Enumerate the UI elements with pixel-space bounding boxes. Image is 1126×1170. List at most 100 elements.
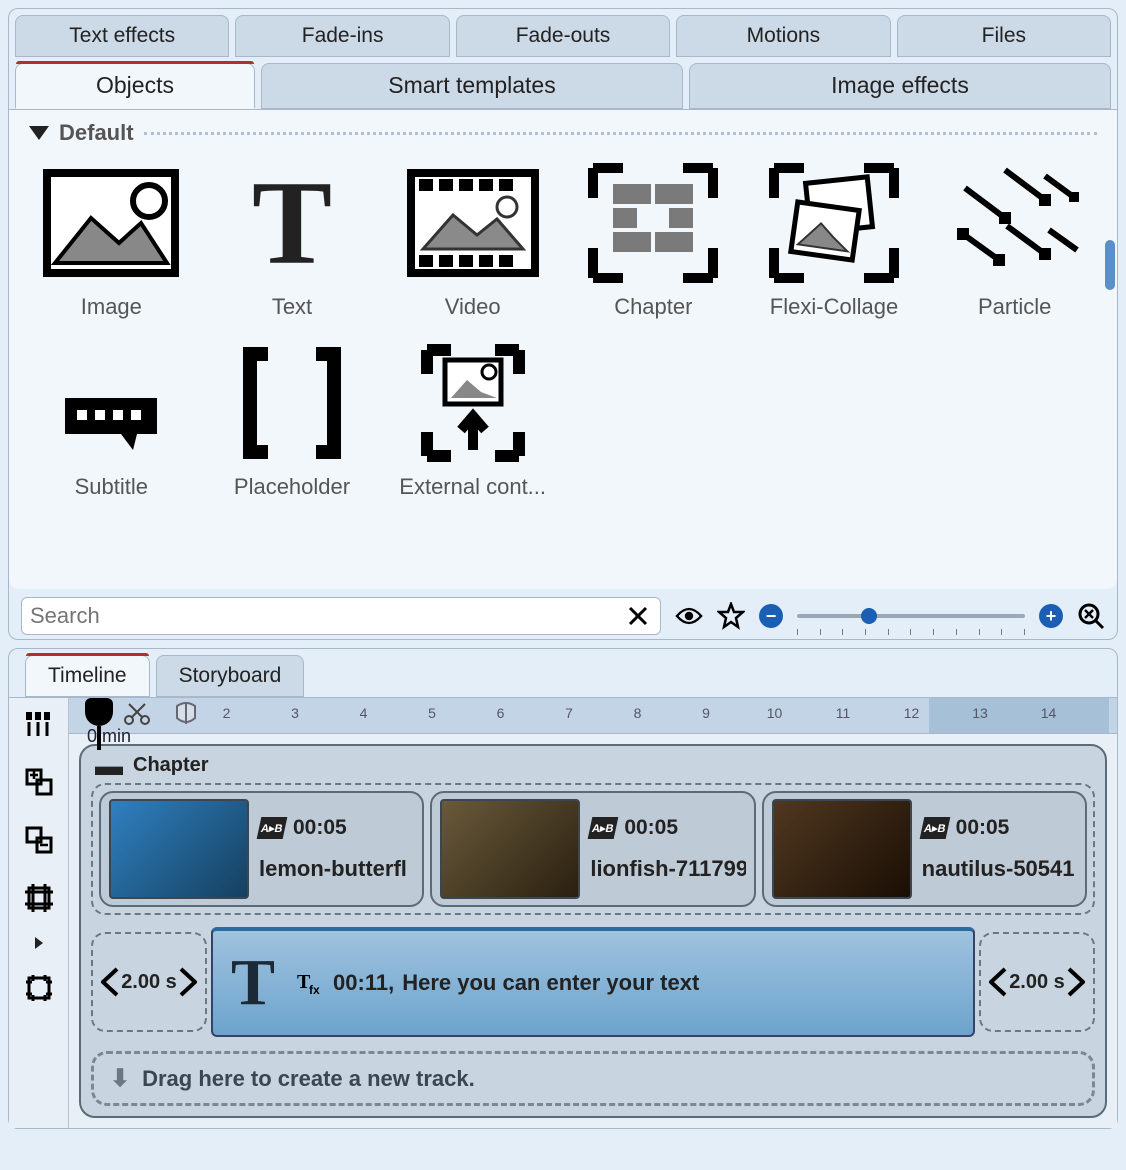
timeline-body: 0 min 234567891011121314 ▬ Chapter [9,697,1117,1128]
clip-2-duration: 00:05 [624,816,678,840]
toolbox-scrollbar[interactable] [1105,240,1115,290]
tab-objects[interactable]: Objects [15,63,255,109]
clip-3[interactable]: A▸B00:05 nautilus-50541 [762,791,1087,907]
object-chapter[interactable]: Chapter [571,154,736,324]
object-image-label: Image [81,294,142,320]
marker-icon[interactable] [173,702,199,726]
zoom-slider[interactable] [797,601,1025,631]
tab-motions[interactable]: Motions [676,15,890,57]
text-clip-icon: T [231,945,275,1021]
text-clip-duration: 00:11, [333,970,394,996]
new-track-dropzone[interactable]: ⬇ Drag here to create a new track. [91,1051,1095,1106]
eye-icon[interactable] [675,602,703,630]
tool-cut-icon[interactable] [19,704,59,744]
object-flexi-collage[interactable]: Flexi-Collage [752,154,917,324]
ruler-tick-label: 3 [291,705,299,721]
tool-frame-icon[interactable] [19,968,59,1008]
object-text[interactable]: T Text [210,154,375,324]
zoom-out-button[interactable]: − [759,604,783,628]
clip-1-name: lemon-butterfl [259,856,407,882]
timeline-panel: Timeline Storyboard 0 min [8,648,1118,1129]
object-particle-label: Particle [978,294,1051,320]
fade-in-spacer[interactable]: 2.00 s [91,932,207,1032]
tool-crop-icon[interactable] [19,878,59,918]
search-input[interactable] [30,603,624,629]
ruler-tick-label: 2 [223,705,231,721]
fade-out-spacer[interactable]: 2.00 s [979,932,1095,1032]
object-placeholder-label: Placeholder [234,474,350,500]
object-external-content[interactable]: External cont... [390,334,555,504]
clip-1[interactable]: A▸B00:05 lemon-butterfl [99,791,424,907]
object-subtitle[interactable]: Subtitle [29,334,194,504]
ruler-tick-label: 11 [836,705,851,721]
arrow-right-icon [1067,967,1085,997]
object-flexi-collage-label: Flexi-Collage [770,294,898,320]
object-video-label: Video [445,294,501,320]
search-row: − + [9,589,1117,639]
tab-files[interactable]: Files [897,15,1111,57]
object-external-content-label: External cont... [399,474,546,500]
object-chapter-label: Chapter [614,294,692,320]
playhead[interactable] [85,698,113,750]
collapse-triangle-icon [29,126,49,140]
timeline-tabs: Timeline Storyboard [9,649,1117,697]
toolbox-panel: Text effects Fade-ins Fade-outs Motions … [8,8,1118,640]
timeline-content: ▬ Chapter A▸B00:05 lemon-butterfl [69,734,1117,1128]
zoom-thumb[interactable] [861,608,877,624]
flexi-collage-icon [764,158,904,288]
tab-fade-outs[interactable]: Fade-outs [456,15,670,57]
external-content-icon [403,338,543,468]
fade-in-duration: 2.00 s [121,971,177,994]
clip-2-name: lionfish-711799 [590,856,745,882]
tab-timeline[interactable]: Timeline [25,655,150,697]
tab-storyboard[interactable]: Storyboard [156,655,305,697]
tab-smart-templates[interactable]: Smart templates [261,63,683,109]
split-marker-icon[interactable] [123,702,151,726]
particle-icon [945,158,1085,288]
upper-tab-row: Text effects Fade-ins Fade-outs Motions … [9,9,1117,57]
sidebar-expand-icon[interactable] [19,936,59,950]
object-placeholder[interactable]: Placeholder [210,334,375,504]
zoom-reset-icon[interactable] [1077,602,1105,630]
clip-2[interactable]: A▸B00:05 lionfish-711799 [430,791,755,907]
text-icon: T [222,158,362,288]
section-title: Default [59,120,134,146]
image-icon [41,158,181,288]
arrow-left-icon [101,967,119,997]
collapse-icon[interactable]: ▬ [95,759,123,773]
chapter-header[interactable]: ▬ Chapter [91,752,1095,779]
tab-text-effects[interactable]: Text effects [15,15,229,57]
ruler-tick-label: 10 [767,705,783,721]
object-subtitle-label: Subtitle [75,474,148,500]
object-video[interactable]: Video [390,154,555,324]
toolbox-body: Default Image T Text [9,109,1117,589]
transition-badge-icon: A▸B [588,817,619,839]
section-header[interactable]: Default [29,120,1097,146]
clips-row: A▸B00:05 lemon-butterfl A▸B00:05 lionfis… [91,783,1095,915]
object-particle[interactable]: Particle [932,154,1097,324]
fade-out-duration: 2.00 s [1009,971,1065,994]
star-icon[interactable] [717,602,745,630]
tab-fade-ins[interactable]: Fade-ins [235,15,449,57]
zoom-in-button[interactable]: + [1039,604,1063,628]
ruler-tick-label: 13 [972,705,988,721]
drag-hint-text: Drag here to create a new track. [142,1066,475,1092]
ruler-tick-label: 12 [904,705,920,721]
clip-1-duration: 00:05 [293,816,347,840]
text-effect-icon: Tfx [297,970,325,996]
object-image[interactable]: Image [29,154,194,324]
placeholder-icon [222,338,362,468]
tab-image-effects[interactable]: Image effects [689,63,1111,109]
search-box[interactable] [21,597,661,635]
ruler-tick-label: 7 [565,705,573,721]
chapter-container[interactable]: ▬ Chapter A▸B00:05 lemon-butterfl [79,744,1107,1118]
ruler-tick-label: 6 [497,705,505,721]
clip-3-thumb [772,799,912,899]
tool-add-track-icon[interactable] [19,762,59,802]
timeline-main: 0 min 234567891011121314 ▬ Chapter [69,698,1117,1128]
timeline-ruler[interactable]: 0 min 234567891011121314 [69,698,1117,734]
text-clip[interactable]: T Tfx 00:11, Here you can enter your tex… [211,927,975,1037]
tool-remove-track-icon[interactable] [19,820,59,860]
clear-search-icon[interactable] [624,602,652,630]
clip-2-thumb [440,799,580,899]
